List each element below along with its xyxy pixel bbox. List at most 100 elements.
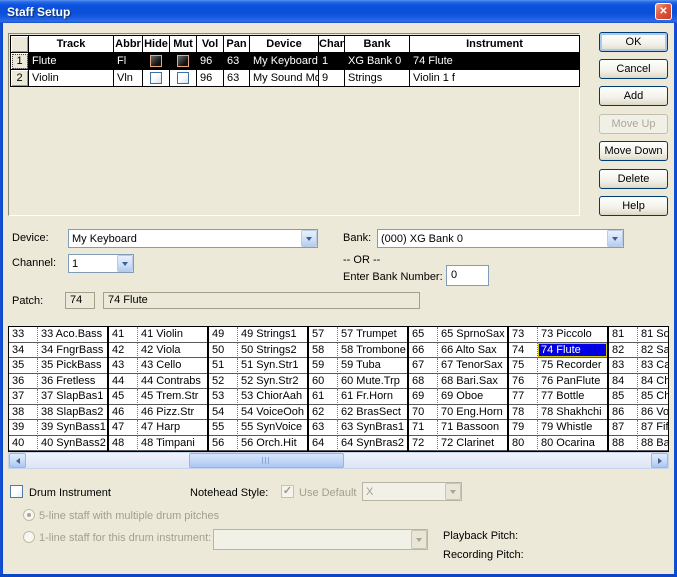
patch-name-cell[interactable]: 52 Syn.Str2 [238,374,307,390]
patch-number-cell[interactable]: 44 [109,374,138,390]
patch-number-cell[interactable]: 42 [109,343,138,359]
mut-checkbox[interactable] [177,55,189,67]
patch-name-cell[interactable]: 77 Bottle [538,389,607,405]
device-cell[interactable]: My Keyboard [250,53,319,70]
bank-combo[interactable]: (000) XG Bank 0 [377,229,624,248]
patch-name-cell[interactable]: 83 Caliopl [638,358,669,374]
patch-name-cell[interactable]: 66 Alto Sax [438,343,507,359]
patch-name-cell[interactable]: 50 Strings2 [238,343,307,359]
patch-number-cell[interactable]: 70 [409,405,438,421]
patch-name-cell[interactable]: 45 Trem.Str [138,389,207,405]
patch-name-cell[interactable]: 86 Voice [638,405,669,421]
patch-grid-scrollbar[interactable] [8,452,669,469]
patch-name-cell[interactable]: 69 Oboe [438,389,507,405]
patch-number-cell[interactable]: 71 [409,420,438,436]
use-default-checkbox[interactable]: ✓ [281,485,294,498]
hide-checkbox[interactable] [150,72,162,84]
patch-number-cell[interactable]: 65 [409,327,438,343]
patch-number-cell[interactable]: 47 [109,420,138,436]
patch-name-cell[interactable]: 74 Flute [538,343,607,359]
scroll-left-button[interactable] [9,453,26,468]
patch-name-cell[interactable]: 60 Mute.Trp [338,374,407,390]
patch-name-cell[interactable]: 78 Shakhchi [538,405,607,421]
device-combo[interactable]: My Keyboard [68,229,318,248]
patch-number-cell[interactable]: 51 [209,358,238,374]
patch-name-cell[interactable]: 85 Charan [638,389,669,405]
patch-name-cell[interactable]: 63 SynBras1 [338,420,407,436]
abbr-cell[interactable]: Fl [114,53,143,70]
patch-name-cell[interactable]: 76 PanFlute [538,374,607,390]
patch-name-cell[interactable]: 75 Recorder [538,358,607,374]
patch-number-cell[interactable]: 84 [609,374,638,390]
patch-number-cell[interactable]: 40 [9,436,38,452]
patch-name-cell[interactable]: 35 PickBass [38,358,107,374]
close-button[interactable]: ✕ [655,3,672,20]
patch-number-cell[interactable]: 37 [9,389,38,405]
patch-name-cell[interactable]: 41 Violin [138,327,207,343]
patch-number-cell[interactable]: 68 [409,374,438,390]
patch-name-cell[interactable]: 39 SynBass1 [38,420,107,436]
patch-name-cell[interactable]: 67 TenorSax [438,358,507,374]
bank-combo-button[interactable] [607,230,623,247]
pan-cell[interactable]: 63 [224,70,250,87]
patch-name-cell[interactable]: 56 Orch.Hit [238,436,307,452]
patch-name-cell[interactable]: 37 SlapBas1 [38,389,107,405]
scroll-right-button[interactable] [651,453,668,468]
device-cell[interactable]: My Sound Mo [250,70,319,87]
patch-name-cell[interactable]: 64 SynBras2 [338,436,407,452]
patch-number-cell[interactable]: 49 [209,327,238,343]
bank-cell[interactable]: Strings [345,70,410,87]
instrument-cell[interactable]: Violin 1 f [410,70,580,87]
chan-cell[interactable]: 1 [319,53,345,70]
patch-number-cell[interactable]: 87 [609,420,638,436]
patch-number-cell[interactable]: 72 [409,436,438,452]
patch-name-cell[interactable]: 68 Bari.Sax [438,374,507,390]
patch-name-cell[interactable]: 51 Syn.Str1 [238,358,307,374]
bank-number-input[interactable]: 0 [446,265,489,286]
patch-number-cell[interactable]: 85 [609,389,638,405]
patch-name-cell[interactable]: 49 Strings1 [238,327,307,343]
patch-number-cell[interactable]: 38 [9,405,38,421]
patch-number-cell[interactable]: 43 [109,358,138,374]
patch-number-cell[interactable]: 50 [209,343,238,359]
abbr-cell[interactable]: Vln [114,70,143,87]
patch-number-cell[interactable]: 53 [209,389,238,405]
patch-number-cell[interactable]: 34 [9,343,38,359]
patch-number-cell[interactable]: 88 [609,436,638,452]
pan-cell[interactable]: 63 [224,53,250,70]
patch-name-cell[interactable]: 80 Ocarina [538,436,607,452]
patch-number-cell[interactable]: 61 [309,389,338,405]
patch-number-cell[interactable]: 46 [109,405,138,421]
row-number-cell[interactable]: 1 [11,53,29,70]
patch-name-cell[interactable]: 61 Fr.Horn [338,389,407,405]
patch-name-cell[interactable]: 72 Clarinet [438,436,507,452]
patch-number-cell[interactable]: 62 [309,405,338,421]
patch-name-cell[interactable]: 65 SprnoSax [438,327,507,343]
patch-name-cell[interactable]: 47 Harp [138,420,207,436]
patch-number-cell[interactable]: 66 [409,343,438,359]
patch-number-cell[interactable]: 54 [209,405,238,421]
patch-number-cell[interactable]: 41 [109,327,138,343]
patch-name-cell[interactable]: 43 Cello [138,358,207,374]
five-line-staff-radio[interactable] [23,509,35,521]
patch-number-cell[interactable]: 82 [609,343,638,359]
patch-number-cell[interactable]: 80 [509,436,538,452]
patch-name-cell[interactable]: 79 Whistle [538,420,607,436]
patch-name-cell[interactable]: 55 SynVoice [238,420,307,436]
patch-name-cell[interactable]: 81 Square [638,327,669,343]
ok-button[interactable]: OK [599,32,668,52]
patch-number-cell[interactable]: 83 [609,358,638,374]
patch-number-cell[interactable]: 48 [109,436,138,452]
add-button[interactable]: Add [599,86,668,106]
patch-number-cell[interactable]: 59 [309,358,338,374]
patch-name-cell[interactable]: 53 ChiorAah [238,389,307,405]
patch-number-cell[interactable]: 73 [509,327,538,343]
patch-number-cell[interactable]: 77 [509,389,538,405]
delete-button[interactable]: Delete [599,169,668,189]
patch-number-cell[interactable]: 45 [109,389,138,405]
drum-instrument-checkbox[interactable] [10,485,23,498]
patch-number-cell[interactable]: 74 [509,343,538,359]
patch-name-cell[interactable]: 73 Piccolo [538,327,607,343]
channel-combo-button[interactable] [117,255,133,272]
track-cell[interactable]: Flute [29,53,114,70]
